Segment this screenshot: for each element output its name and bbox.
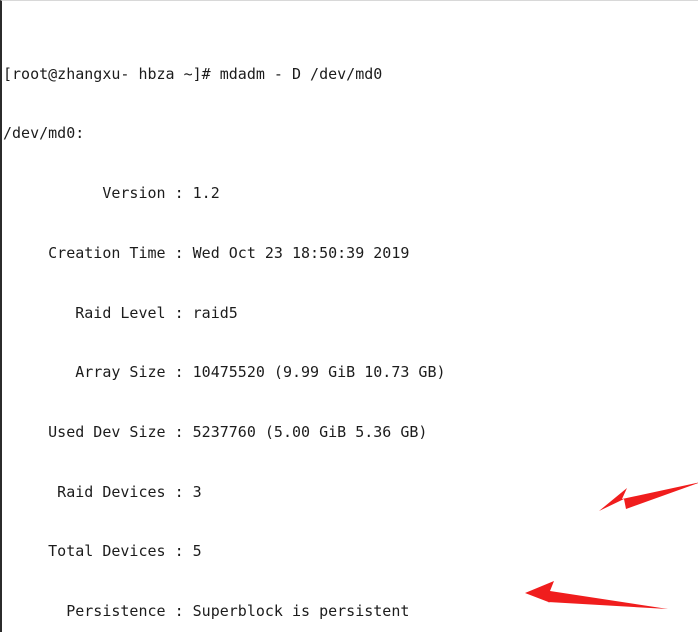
command-line: [root@zhangxu- hbza ~]# mdadm - D /dev/m… <box>3 64 383 83</box>
field-raid-devices: Raid Devices : 3 <box>3 482 202 501</box>
field-array-size: Array Size : 10475520 (9.99 GiB 10.73 GB… <box>3 363 446 382</box>
field-persistence: Persistence : Superblock is persistent <box>3 602 410 621</box>
field-used-dev-size: Used Dev Size : 5237760 (5.00 GiB 5.36 G… <box>3 422 428 441</box>
output-device-header: /dev/md0: <box>3 124 85 143</box>
field-creation-time: Creation Time : Wed Oct 23 18:50:39 2019 <box>3 243 410 262</box>
field-raid-level: Raid Level : raid5 <box>3 303 238 322</box>
terminal-window[interactable]: [root@zhangxu- hbza ~]# mdadm - D /dev/m… <box>0 0 698 632</box>
field-version: Version : 1.2 <box>3 184 220 203</box>
field-total-devices: Total Devices : 5 <box>3 542 202 561</box>
terminal-screen: [root@zhangxu- hbza ~]# mdadm - D /dev/m… <box>2 5 698 632</box>
